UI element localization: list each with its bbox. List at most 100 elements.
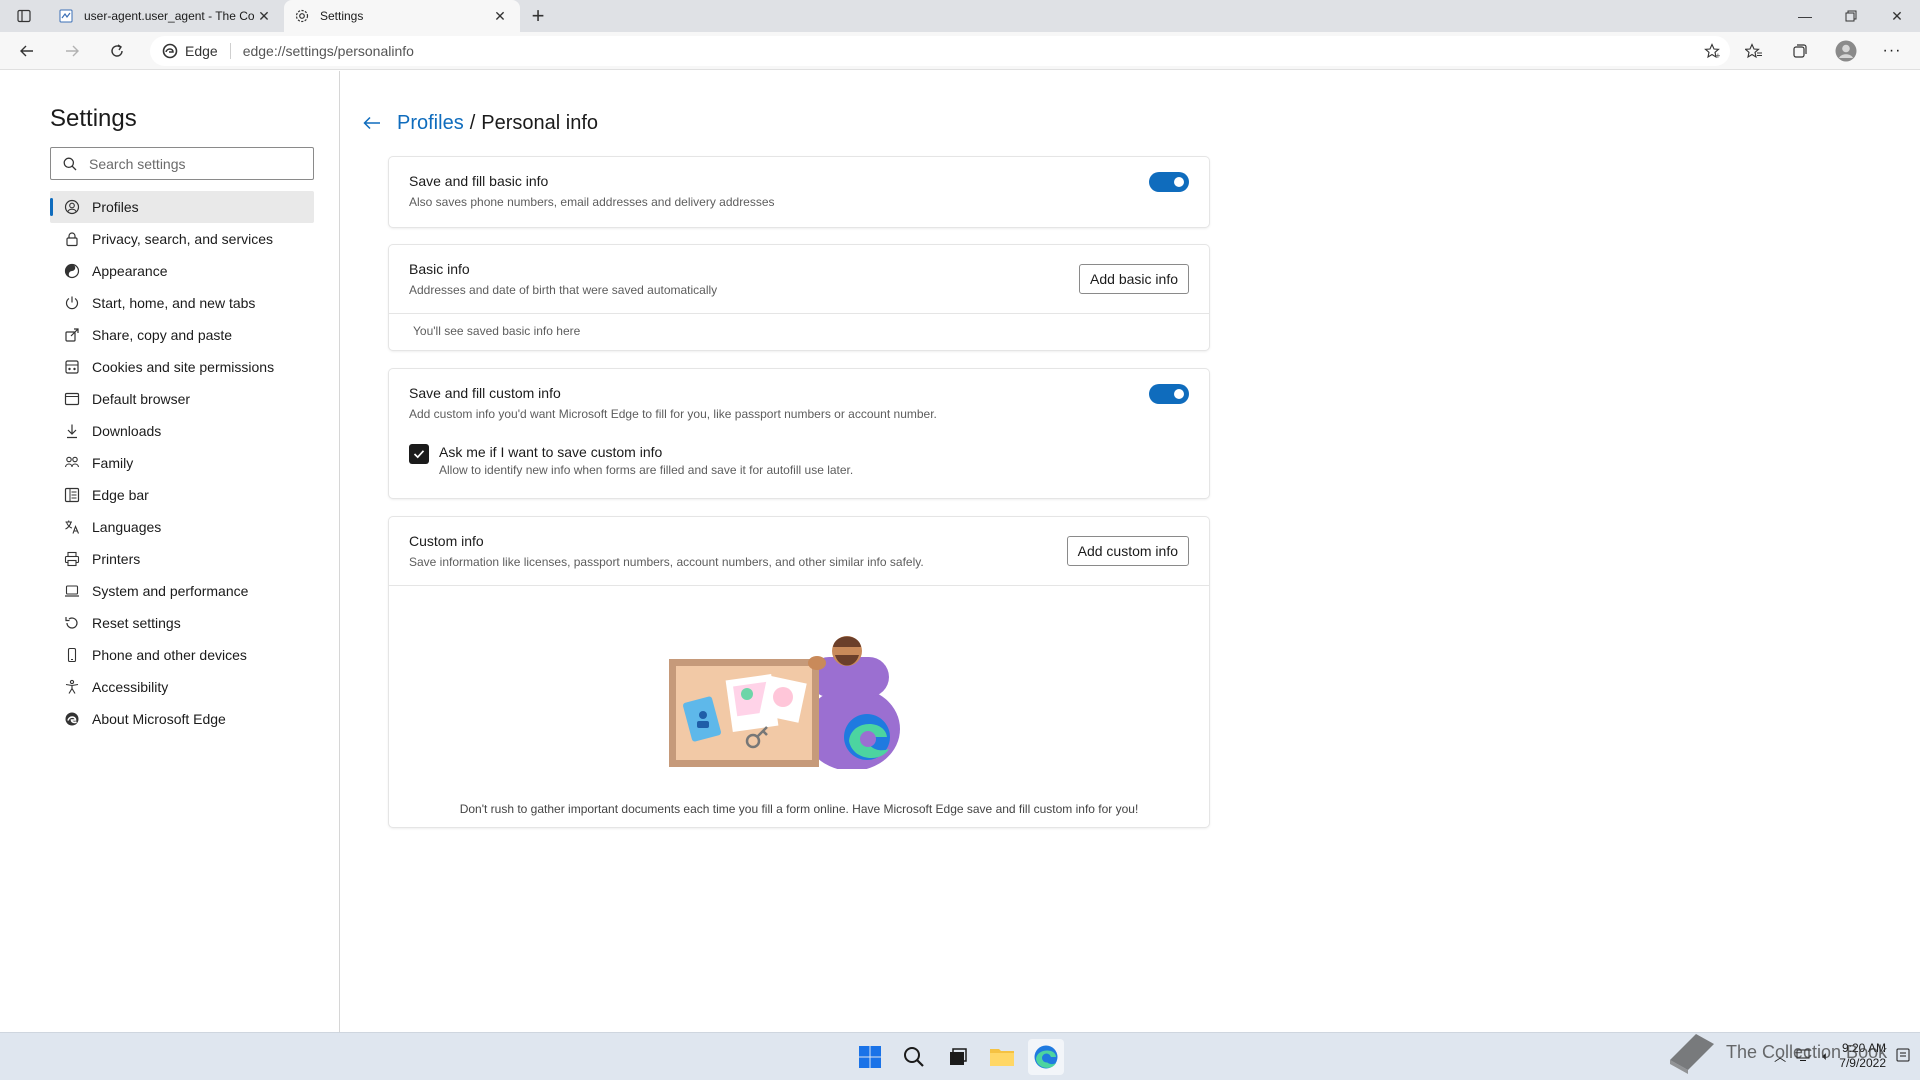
custom-fill-toggle[interactable] xyxy=(1149,384,1189,404)
edge-taskbar-button[interactable] xyxy=(1028,1039,1064,1075)
ask-save-custom-checkbox[interactable] xyxy=(409,444,429,464)
chevron-up-icon[interactable]: ︿ xyxy=(1774,1048,1786,1065)
forward-button[interactable] xyxy=(54,36,90,66)
start-button[interactable] xyxy=(852,1039,888,1075)
site-identity-chip[interactable]: Edge xyxy=(162,43,231,59)
back-arrow-button[interactable] xyxy=(357,111,387,135)
add-favorite-icon[interactable]: + xyxy=(1704,43,1721,62)
sidebar-item-share[interactable]: Share, copy and paste xyxy=(50,319,314,351)
tab-strip: user-agent.user_agent - The Coll ✕ Setti… xyxy=(0,0,1920,32)
task-view-icon xyxy=(950,1048,967,1065)
sidebar-item-downloads[interactable]: Downloads xyxy=(50,415,314,447)
custom-info-illustration xyxy=(669,636,900,769)
profile-icon xyxy=(64,199,80,215)
sidebar-item-label: Printers xyxy=(92,551,141,567)
page-title: Personal info xyxy=(481,111,599,134)
sidebar-item-privacy[interactable]: Privacy, search, and services xyxy=(50,223,314,255)
reset-icon xyxy=(64,615,80,631)
add-basic-info-button[interactable]: Add basic info xyxy=(1079,264,1189,294)
notification-icon[interactable] xyxy=(1896,1048,1910,1065)
volume-icon[interactable]: 🔈︎ xyxy=(1822,1049,1829,1064)
power-icon xyxy=(64,295,80,311)
minimize-button[interactable]: — xyxy=(1782,0,1828,32)
sidebar-item-languages[interactable]: Languages xyxy=(50,511,314,543)
sidebar-item-label: Edge bar xyxy=(92,487,149,503)
sidebar-item-family[interactable]: Family xyxy=(50,447,314,479)
new-tab-button[interactable]: + xyxy=(520,0,556,32)
laptop-icon xyxy=(64,583,80,599)
basic-fill-title: Save and fill basic info xyxy=(409,173,549,189)
browser-icon xyxy=(64,391,80,407)
avatar-icon xyxy=(1835,40,1857,62)
sidebar-item-printers[interactable]: Printers xyxy=(50,543,314,575)
favorites-icon xyxy=(1745,43,1762,59)
sidebar-item-appearance[interactable]: Appearance xyxy=(50,255,314,287)
breadcrumb-profiles-link[interactable]: Profiles xyxy=(397,112,464,135)
close-tab-icon[interactable]: ✕ xyxy=(490,6,510,26)
favorites-button[interactable] xyxy=(1736,36,1772,66)
profile-button[interactable] xyxy=(1828,36,1864,66)
custom-info-card: Custom info Save information like licens… xyxy=(389,517,1209,827)
basic-fill-toggle[interactable] xyxy=(1149,172,1189,192)
sidebar-item-about[interactable]: About Microsoft Edge xyxy=(50,703,314,735)
sidebar-item-phone[interactable]: Phone and other devices xyxy=(50,639,314,671)
address-bar[interactable]: Edge edge://settings/personalinfo + xyxy=(150,36,1730,66)
sidebar-item-label: Accessibility xyxy=(92,679,169,695)
svg-text:+: + xyxy=(1715,52,1720,59)
sidebar-item-label: Start, home, and new tabs xyxy=(92,295,256,311)
custom-fill-subtitle: Add custom info you'd want Microsoft Edg… xyxy=(409,407,937,421)
add-custom-info-button[interactable]: Add custom info xyxy=(1066,536,1189,566)
settings-nav: Profiles Privacy, search, and services A… xyxy=(50,191,314,735)
accessibility-icon xyxy=(64,679,80,695)
sidebar-item-accessibility[interactable]: Accessibility xyxy=(50,671,314,703)
minimize-icon: — xyxy=(1798,8,1812,24)
sidebar-item-profiles[interactable]: Profiles xyxy=(50,191,314,223)
custom-info-footer-text: Don't rush to gather important documents… xyxy=(459,802,1139,816)
phone-icon xyxy=(64,647,80,663)
close-tab-icon[interactable]: ✕ xyxy=(254,6,274,26)
refresh-button[interactable] xyxy=(99,36,135,66)
sidebar-item-label: Reset settings xyxy=(92,615,181,631)
tab-user-agent[interactable]: user-agent.user_agent - The Coll ✕ xyxy=(48,0,284,32)
tab-settings[interactable]: Settings ✕ xyxy=(284,0,520,32)
file-explorer-button[interactable] xyxy=(984,1039,1020,1075)
sidebar-item-label: Languages xyxy=(92,519,162,535)
breadcrumb-separator: / xyxy=(469,111,476,134)
sidebar-item-reset[interactable]: Reset settings xyxy=(50,607,314,639)
collections-button[interactable] xyxy=(1782,36,1818,66)
network-icon[interactable] xyxy=(1796,1048,1812,1065)
tab-actions-icon xyxy=(17,9,31,23)
restore-icon xyxy=(1845,10,1857,22)
ask-save-custom-row: Ask me if I want to save custom info All… xyxy=(409,444,853,477)
settings-more-button[interactable]: ··· xyxy=(1874,36,1910,66)
gear-icon xyxy=(294,8,310,24)
plus-icon: + xyxy=(531,3,545,28)
taskbar-search-button[interactable] xyxy=(896,1039,932,1075)
basic-info-title: Basic info xyxy=(409,261,470,277)
windows-logo-icon xyxy=(859,1046,881,1068)
sidebar-item-cookies[interactable]: Cookies and site permissions xyxy=(50,351,314,383)
tab-actions-button[interactable] xyxy=(0,0,48,32)
share-icon xyxy=(64,327,80,343)
site-identity-label: Edge xyxy=(185,43,218,59)
sidebar-item-edge-bar[interactable]: Edge bar xyxy=(50,479,314,511)
toolbar-right-tools: ··· xyxy=(1736,36,1910,66)
arrow-left-icon xyxy=(363,116,380,130)
settings-content: Profiles / Personal info Save and fill b… xyxy=(341,71,1920,1032)
close-window-button[interactable]: ✕ xyxy=(1874,0,1920,32)
system-tray: ︿ 🔈︎ 9:20 AM 7/9/2022 xyxy=(1774,1041,1910,1071)
restore-button[interactable] xyxy=(1828,0,1874,32)
search-icon xyxy=(63,157,77,170)
sidebar-item-default-browser[interactable]: Default browser xyxy=(50,383,314,415)
family-icon xyxy=(64,455,80,471)
sidebar-item-start-home[interactable]: Start, home, and new tabs xyxy=(50,287,314,319)
sidebar-item-system[interactable]: System and performance xyxy=(50,575,314,607)
close-icon: ✕ xyxy=(1891,7,1903,24)
sidebar-item-label: Cookies and site permissions xyxy=(92,359,275,375)
task-view-button[interactable] xyxy=(940,1039,976,1075)
search-box[interactable] xyxy=(50,147,314,180)
clock[interactable]: 9:20 AM 7/9/2022 xyxy=(1839,1041,1886,1071)
back-button[interactable] xyxy=(9,36,45,66)
arrow-left-icon xyxy=(20,45,33,56)
search-input[interactable] xyxy=(89,155,289,172)
